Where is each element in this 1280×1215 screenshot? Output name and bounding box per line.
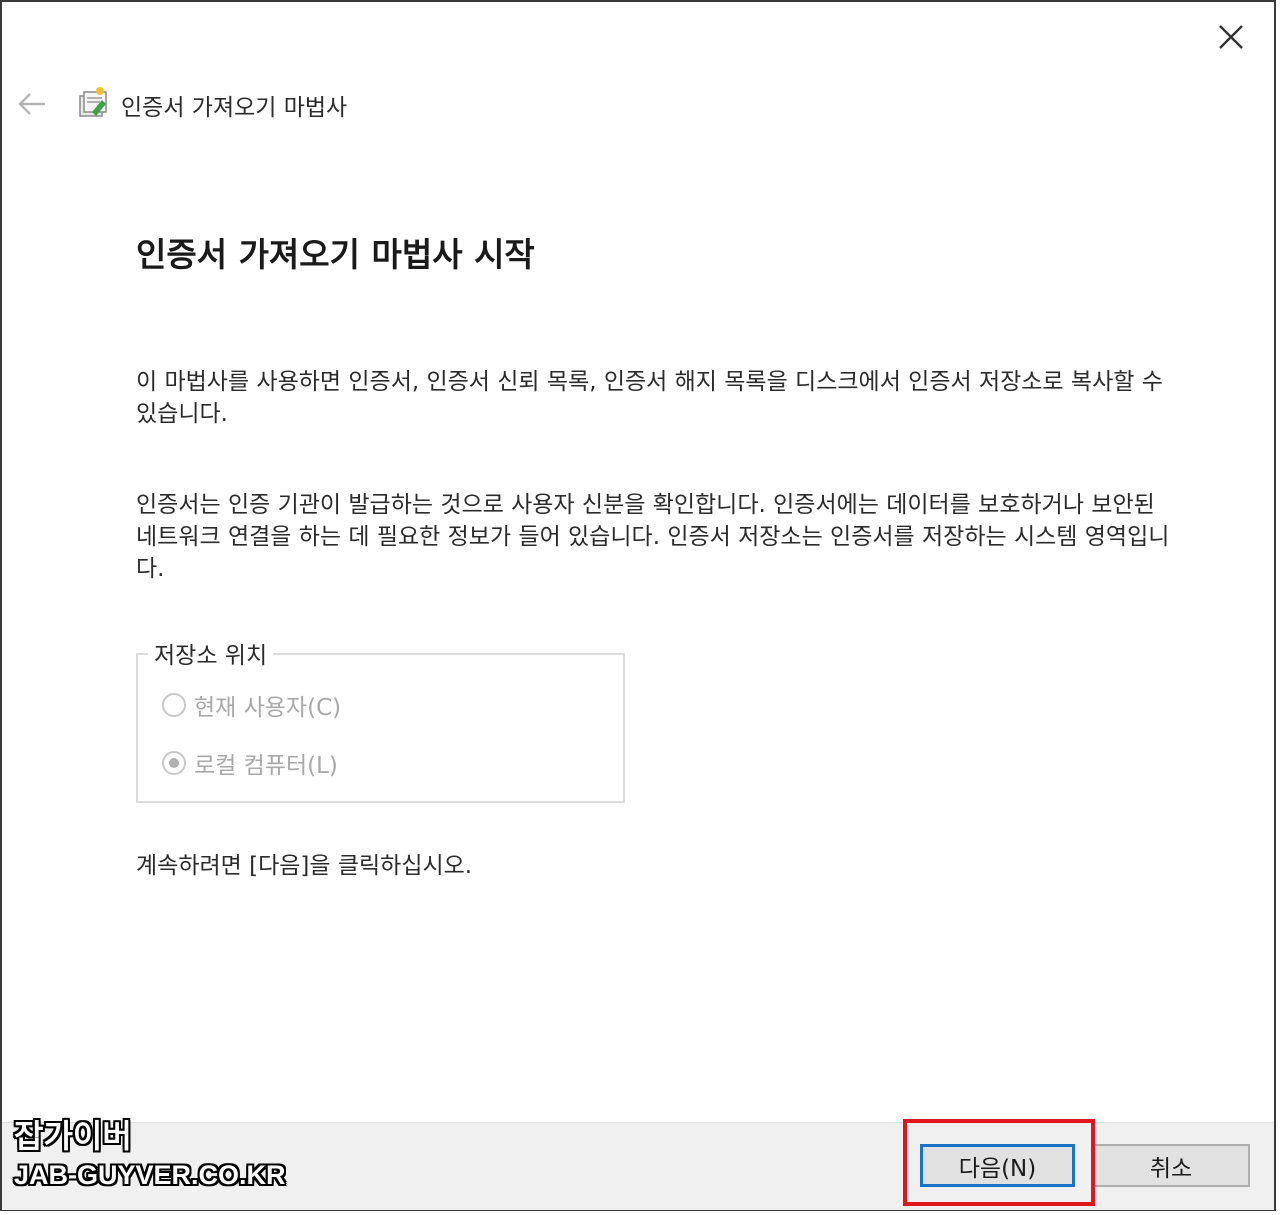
radio-local-machine-label: 로컬 컴퓨터(L): [194, 753, 338, 779]
page-heading: 인증서 가져오기 마법사 시작: [136, 235, 535, 274]
store-location-legend: 저장소 위치: [148, 636, 274, 670]
intro-paragraph: 이 마법사를 사용하면 인증서, 인증서 신뢰 목록, 인증서 해지 목록을 디…: [136, 369, 1163, 427]
wizard-window: [0, 0, 1276, 1211]
radio-current-user-label: 현재 사용자(C): [194, 695, 342, 721]
radio-current-user[interactable]: 현재 사용자(C): [162, 688, 341, 722]
back-arrow-icon: [18, 93, 45, 115]
radio-dot: [169, 758, 179, 768]
radio-button-selected[interactable]: [162, 751, 186, 775]
back-button[interactable]: [12, 84, 52, 124]
watermark-url: JAB-GUYVER.CO.KR: [14, 1160, 286, 1190]
description-paragraph: 인증서는 인증 기관이 발급하는 것으로 사용자 신분을 확인합니다. 인증서에…: [136, 492, 1170, 582]
window-title: 인증서 가져오기 마법사: [121, 95, 348, 121]
next-button[interactable]: 다음(N): [920, 1144, 1075, 1187]
radio-local-machine[interactable]: 로컬 컴퓨터(L): [162, 746, 338, 780]
watermark-brand: 잡가이버: [14, 1117, 132, 1155]
close-icon: [1219, 25, 1243, 49]
radio-button-unselected[interactable]: [162, 693, 186, 717]
certificate-wizard-icon: [79, 87, 107, 117]
cancel-button[interactable]: 취소: [1092, 1144, 1250, 1187]
store-location-group: [136, 653, 625, 803]
watermark: 잡가이버 JAB-GUYVER.CO.KR: [14, 1116, 286, 1194]
close-button[interactable]: [1206, 14, 1256, 60]
continue-instruction: 계속하려면 [다음]을 클릭하십시오.: [136, 853, 473, 879]
